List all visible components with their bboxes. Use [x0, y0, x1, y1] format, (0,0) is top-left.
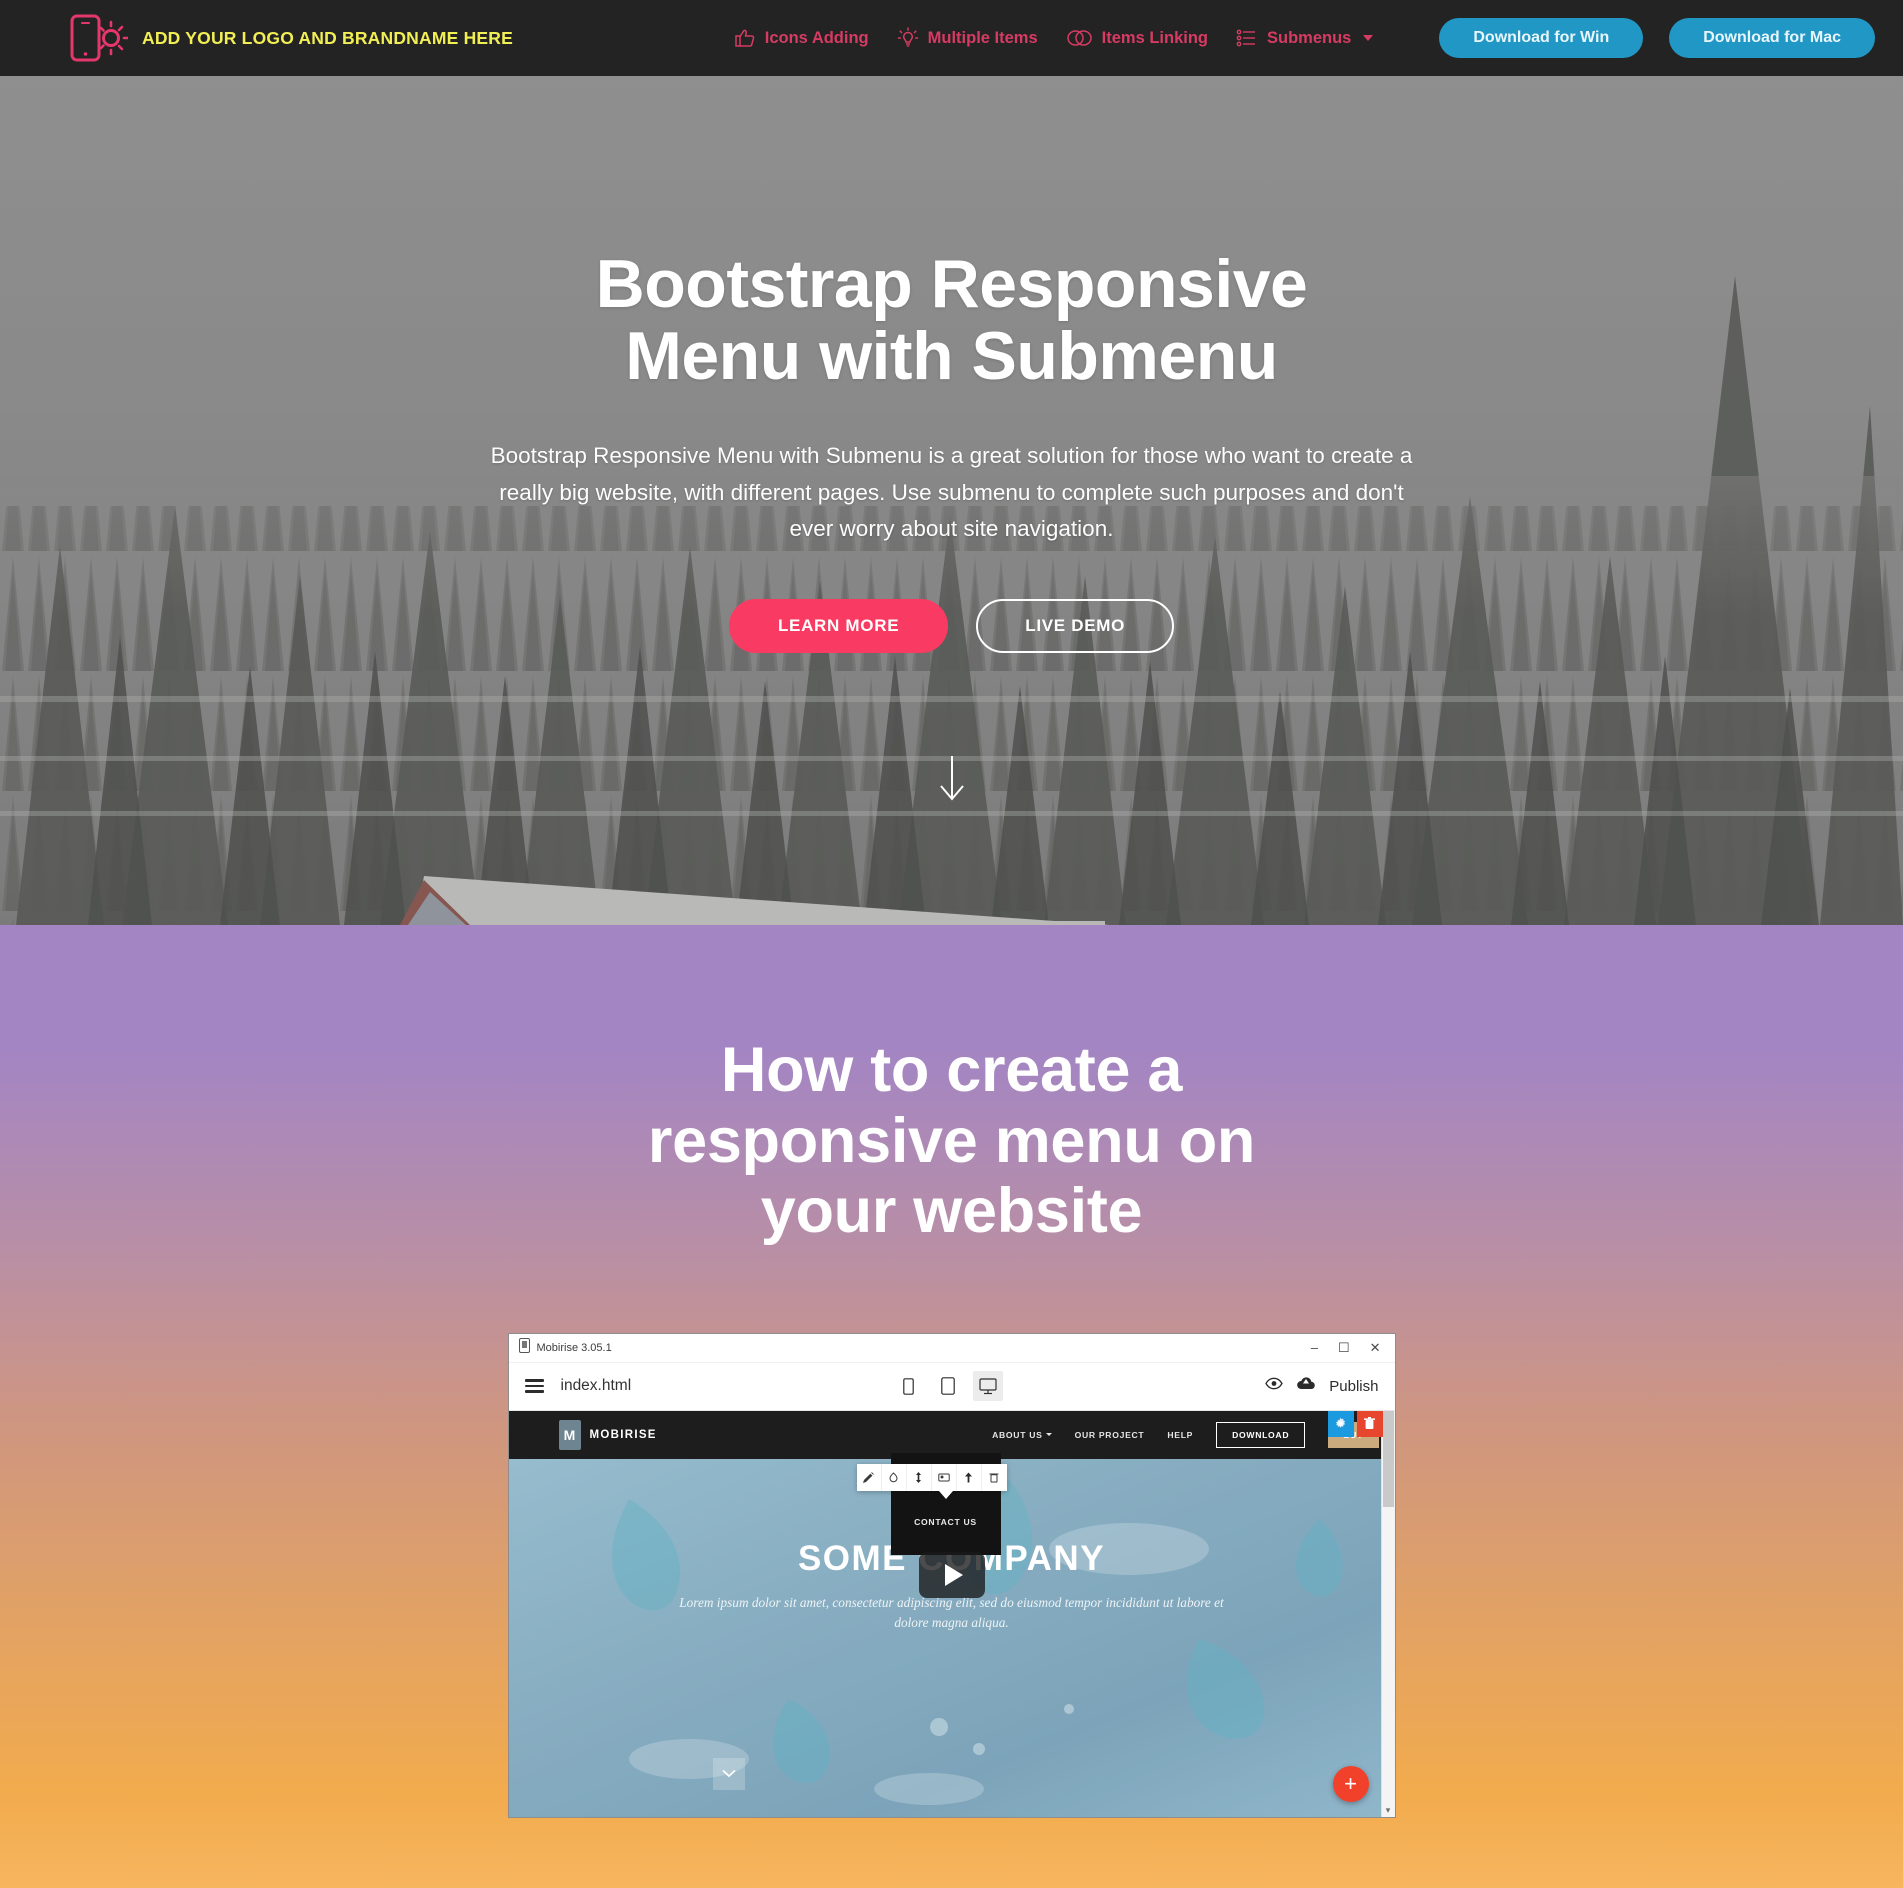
nav-item-label: Multiple Items	[927, 28, 1038, 47]
inline-edit-toolbar	[856, 1463, 1007, 1491]
publish-label[interactable]: Publish	[1329, 1378, 1378, 1395]
thumbs-up-icon	[734, 28, 756, 48]
download-win-button[interactable]: Download for Win	[1439, 18, 1644, 58]
eye-icon[interactable]	[1265, 1377, 1284, 1395]
close-icon[interactable]: ✕	[1370, 1341, 1381, 1354]
section-title-line2: responsive menu on	[647, 1105, 1256, 1176]
gear-icon[interactable]	[1327, 1410, 1354, 1437]
arrow-down-icon[interactable]	[935, 756, 969, 807]
move-icon[interactable]	[907, 1463, 932, 1491]
site-preview: M MOBIRISE ABOUT US OUR PROJECT HELP DOW…	[508, 1410, 1395, 1817]
preview-logo-mark: M	[558, 1419, 581, 1450]
scrollbar-thumb[interactable]	[1382, 1410, 1394, 1507]
pencil-icon[interactable]	[857, 1463, 882, 1491]
hamburger-icon[interactable]	[524, 1379, 544, 1393]
section-title: How to create a responsive menu on your …	[537, 1035, 1367, 1247]
section-title-line3: your website	[760, 1176, 1143, 1247]
preview-menu-about-us[interactable]: ABOUT US	[992, 1430, 1052, 1440]
chevron-down-icon	[1363, 35, 1374, 41]
live-demo-button[interactable]: LIVE DEMO	[976, 599, 1175, 654]
mobirise-icon	[518, 1337, 530, 1358]
preview-scrollbar[interactable]: ▾	[1380, 1410, 1395, 1817]
hero-section: Bootstrap Responsive Menu with Submenu B…	[0, 76, 1903, 925]
section-title-line1: How to create a	[720, 1035, 1183, 1105]
image-icon[interactable]	[932, 1463, 957, 1491]
preview-submenu-contact-us[interactable]: CONTACT US	[891, 1517, 1001, 1527]
scrollbar-down-arrow[interactable]: ▾	[1382, 1805, 1395, 1816]
toolbar-right: Publish	[1265, 1376, 1378, 1396]
maximize-icon[interactable]: ☐	[1338, 1341, 1350, 1354]
hero-title: Bootstrap Responsive Menu with Submenu	[0, 248, 1903, 392]
link-circles-icon	[1066, 29, 1093, 47]
preview-menu-help[interactable]: HELP	[1167, 1430, 1193, 1440]
play-triangle	[944, 1564, 963, 1587]
plus-icon[interactable]: +	[1332, 1765, 1369, 1802]
trash-icon[interactable]	[1356, 1410, 1383, 1437]
window-controls: – ☐ ✕	[1311, 1341, 1389, 1354]
hero-subtitle: Bootstrap Responsive Menu with Submenu i…	[490, 443, 1413, 542]
trash-small-icon[interactable]	[982, 1464, 1007, 1491]
preview-hero-subtitle: Lorem ipsum dolor sit amet, consectetur …	[679, 1594, 1224, 1631]
nav-item-multiple-items[interactable]: Multiple Items	[897, 27, 1038, 49]
minimize-icon[interactable]: –	[1311, 1341, 1318, 1354]
chevron-down-icon	[1045, 1433, 1052, 1437]
edit-toolbar-pointer	[938, 1490, 953, 1499]
hero-buttons: LEARN MORE LIVE DEMO	[0, 599, 1903, 654]
hero-title-line1: Bootstrap Responsive	[595, 246, 1308, 322]
nav-item-icons-adding[interactable]: Icons Adding	[734, 28, 869, 48]
tablet-icon[interactable]	[933, 1371, 963, 1401]
list-icon	[1236, 28, 1258, 48]
arrow-up-icon[interactable]	[957, 1463, 982, 1491]
app-toolbar: index.html Publish	[508, 1362, 1395, 1411]
preview-site-navbar: M MOBIRISE ABOUT US OUR PROJECT HELP DOW…	[508, 1410, 1395, 1459]
how-to-section: How to create a responsive menu on your …	[0, 925, 1903, 1888]
nav-item-submenus[interactable]: Submenus	[1236, 28, 1374, 48]
cloud-upload-icon[interactable]	[1296, 1376, 1316, 1396]
preview-download-button[interactable]: DOWNLOAD	[1216, 1421, 1306, 1448]
desktop-icon[interactable]	[973, 1371, 1004, 1402]
device-switcher	[893, 1371, 1004, 1402]
preview-site-logo[interactable]: M MOBIRISE	[558, 1419, 657, 1450]
nav-item-label: Items Linking	[1101, 28, 1209, 47]
hero-content: Bootstrap Responsive Menu with Submenu B…	[0, 76, 1903, 654]
video-embed[interactable]: Mobirise 3.05.1 – ☐ ✕ index.html Publish…	[507, 1332, 1396, 1818]
preview-menu-our-project[interactable]: OUR PROJECT	[1075, 1430, 1145, 1440]
block-edit-badges	[1327, 1410, 1383, 1437]
mobile-icon[interactable]	[893, 1371, 923, 1401]
chevron-down-icon[interactable]	[712, 1757, 745, 1790]
hero-title-line2: Menu with Submenu	[625, 318, 1278, 395]
play-icon[interactable]	[918, 1552, 985, 1599]
file-name-label: index.html	[560, 1377, 632, 1395]
phone-sun-icon	[66, 11, 130, 65]
brand-name: ADD YOUR LOGO AND BRANDNAME HERE	[142, 27, 513, 48]
brand-logo[interactable]: ADD YOUR LOGO AND BRANDNAME HERE	[66, 11, 513, 65]
app-title: Mobirise 3.05.1	[536, 1341, 612, 1354]
lightbulb-icon	[897, 27, 919, 49]
app-titlebar: Mobirise 3.05.1 – ☐ ✕	[508, 1333, 1395, 1363]
learn-more-button[interactable]: LEARN MORE	[728, 599, 949, 654]
preview-site-menu: ABOUT US OUR PROJECT HELP DOWNLOAD BUY	[992, 1421, 1379, 1448]
download-mac-button[interactable]: Download for Mac	[1669, 18, 1875, 58]
nav-item-label: Submenus	[1267, 28, 1352, 47]
nav-menu: Icons Adding Multiple Items Items Linkin…	[734, 18, 1875, 58]
top-navbar: ADD YOUR LOGO AND BRANDNAME HERE Icons A…	[0, 0, 1903, 76]
nav-item-items-linking[interactable]: Items Linking	[1066, 29, 1208, 48]
nav-item-label: Icons Adding	[764, 28, 869, 47]
preview-logo-text: MOBIRISE	[589, 1428, 657, 1441]
nav-download-buttons: Download for Win Download for Mac	[1439, 18, 1875, 58]
paint-icon[interactable]	[882, 1463, 907, 1491]
